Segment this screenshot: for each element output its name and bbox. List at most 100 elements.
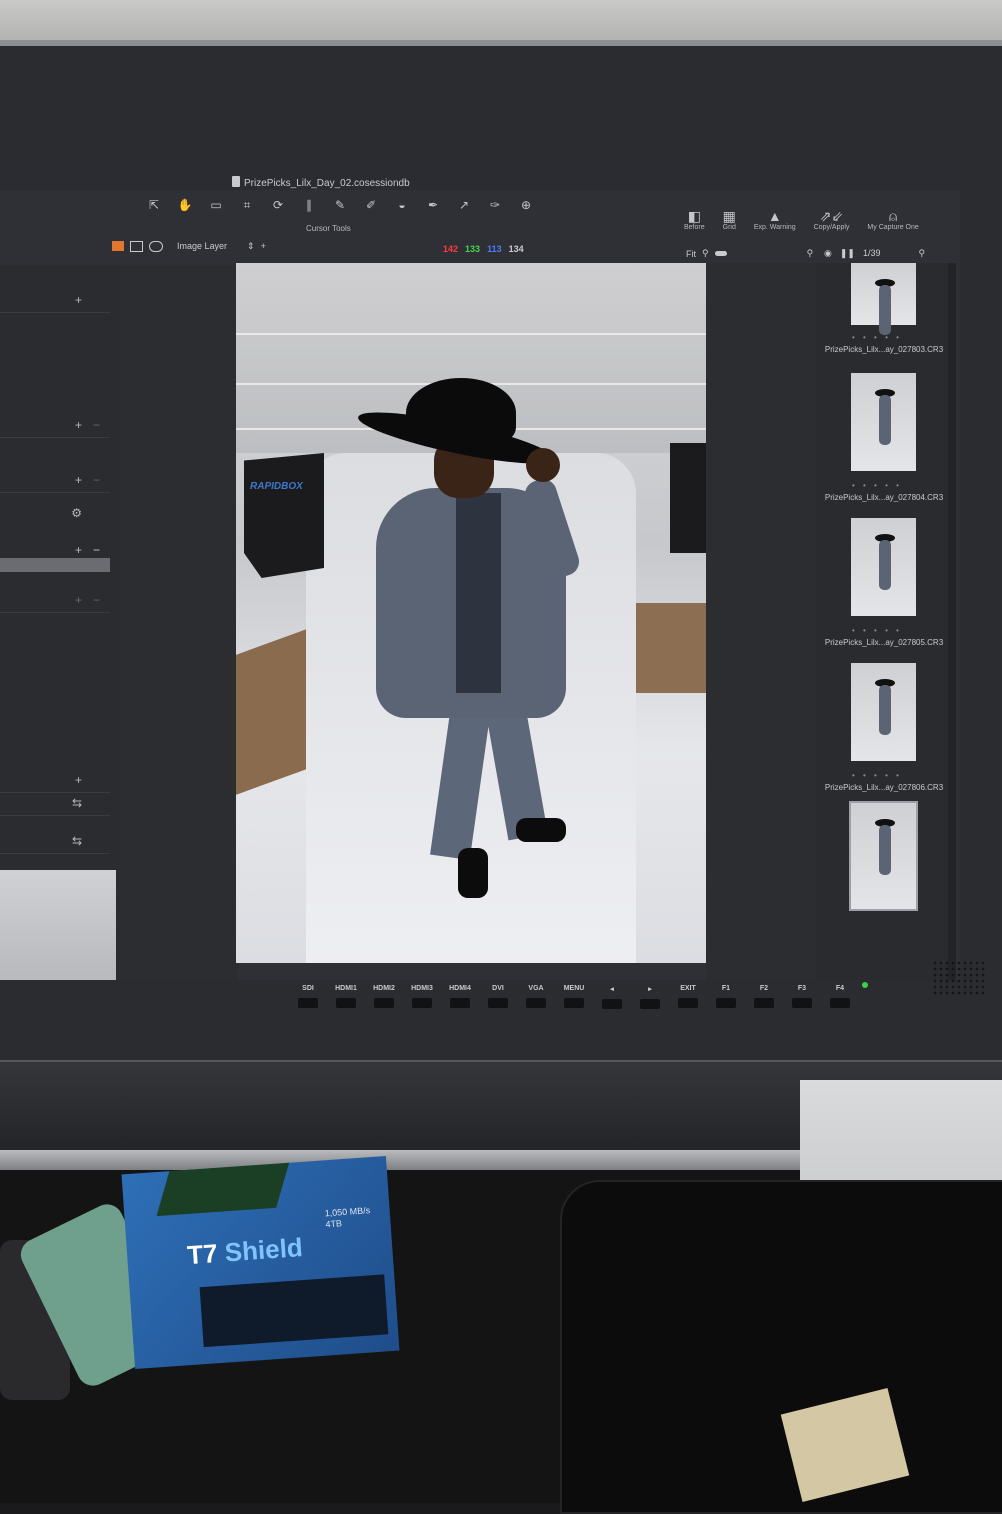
button-key[interactable] xyxy=(602,999,622,1009)
panel-row-settings[interactable]: ⚙ xyxy=(0,503,110,525)
monitor-button-right[interactable]: ▸ xyxy=(637,985,663,1009)
black-case xyxy=(560,1180,1002,1514)
crop-icon[interactable]: ⌗ xyxy=(238,198,256,212)
monitor-button-f2[interactable]: F2 xyxy=(751,985,777,1009)
add-icon[interactable]: + xyxy=(75,293,82,307)
panel-row-8[interactable]: ⇆ xyxy=(0,831,110,854)
stamp-icon[interactable]: ▭ xyxy=(207,198,225,212)
monitor-button-f1[interactable]: F1 xyxy=(713,985,739,1009)
exposure-warning-button[interactable]: ▲ Exp. Warning xyxy=(754,208,796,231)
panel-row-7[interactable]: ⇆ xyxy=(0,793,110,816)
panel-row-1[interactable]: + xyxy=(0,290,110,313)
rating-dots[interactable]: • • • • • xyxy=(852,333,902,342)
zoom-slider[interactable] xyxy=(714,251,727,256)
monitor-button-left[interactable]: ◂ xyxy=(599,985,625,1009)
panel-row-5[interactable]: + − xyxy=(0,590,110,613)
remove-icon[interactable]: − xyxy=(93,473,100,487)
filmstrip-filename: PrizePicks_Lilx...ay_027803.CR3 xyxy=(824,345,944,354)
heal-icon[interactable]: ✑ xyxy=(486,198,504,212)
button-key[interactable] xyxy=(526,998,546,1008)
filmstrip-thumbnail[interactable] xyxy=(851,263,916,335)
button-key[interactable] xyxy=(450,998,470,1008)
monitor-button-dvi[interactable]: DVI xyxy=(485,985,511,1009)
button-key[interactable] xyxy=(336,998,356,1008)
brush-icon[interactable]: ✎ xyxy=(331,198,349,212)
monitor-button-menu[interactable]: MENU xyxy=(561,985,587,1009)
multi-view-icon[interactable] xyxy=(112,241,124,251)
filmstrip-scrollbar[interactable] xyxy=(948,263,956,980)
panel-row-2[interactable]: + − xyxy=(0,415,110,438)
panel-row-3[interactable]: + − xyxy=(0,470,110,493)
grid-button[interactable]: ▦ Grid xyxy=(723,208,736,231)
zoom-icon[interactable]: ⚲ xyxy=(702,248,709,259)
select-cursor-icon[interactable]: ⇱ xyxy=(145,198,163,212)
copy-apply-button[interactable]: ⇗⇙ Copy/Apply xyxy=(814,208,850,231)
gradient-icon[interactable]: ◒ xyxy=(393,198,411,212)
button-key[interactable] xyxy=(640,999,660,1009)
button-key[interactable] xyxy=(792,998,812,1008)
add-icon[interactable]: + xyxy=(75,593,82,607)
browser-header: ◉ ❚❚ 1/39 ⚲ xyxy=(824,248,925,259)
eye-filter-icon[interactable]: ◉ xyxy=(824,248,832,259)
compass-icon[interactable]: ⊕ xyxy=(517,198,535,212)
add-icon[interactable]: + xyxy=(75,773,82,787)
monitor-button-hdmi4[interactable]: HDMI4 xyxy=(447,985,473,1009)
eye-icon[interactable] xyxy=(149,240,163,252)
selected-layer-row[interactable] xyxy=(0,558,110,572)
monitor-button-sdi[interactable]: SDI xyxy=(295,985,321,1009)
button-key[interactable] xyxy=(754,998,774,1008)
monitor-button-hdmi2[interactable]: HDMI2 xyxy=(371,985,397,1009)
my-capture-one-button[interactable]: ⍝ My Capture One xyxy=(867,208,918,231)
filmstrip-filename: PrizePicks_Lilx...ay_027806.CR3 xyxy=(824,783,944,792)
button-key[interactable] xyxy=(564,998,584,1008)
before-after-button[interactable]: ◧ Before xyxy=(684,208,705,231)
monitor-button-vga[interactable]: VGA xyxy=(523,985,549,1009)
image-viewer[interactable]: RAPIDBOX xyxy=(236,263,706,963)
monitor-button-f4[interactable]: F4 xyxy=(827,985,853,1009)
fit-label[interactable]: Fit xyxy=(686,249,696,259)
add-layer-icon[interactable]: + xyxy=(261,241,266,251)
pan-hand-icon[interactable]: ✋ xyxy=(176,198,194,212)
edit-icon[interactable]: ⇆ xyxy=(72,834,82,848)
single-view-icon[interactable] xyxy=(130,240,143,252)
picker-icon[interactable]: ✒ xyxy=(424,198,442,212)
filmstrip-thumbnail[interactable] xyxy=(851,373,916,471)
keystone-icon[interactable]: ∥ xyxy=(300,198,318,212)
annotation-icon[interactable]: ↗ xyxy=(455,198,473,212)
add-icon[interactable]: + xyxy=(75,543,82,557)
filmstrip-thumbnail[interactable] xyxy=(851,518,916,616)
button-key[interactable] xyxy=(678,998,698,1008)
filmstrip-thumbnail[interactable] xyxy=(851,663,916,761)
monitor-button-f3[interactable]: F3 xyxy=(789,985,815,1009)
monitor-button-hdmi1[interactable]: HDMI1 xyxy=(333,985,359,1009)
eraser-icon[interactable]: ✐ xyxy=(362,198,380,212)
rotate-icon[interactable]: ⟳ xyxy=(269,198,287,212)
remove-icon[interactable]: − xyxy=(93,593,100,607)
button-key[interactable] xyxy=(374,998,394,1008)
rating-dots[interactable]: • • • • • xyxy=(852,771,902,780)
rating-dots[interactable]: • • • • • xyxy=(852,481,902,490)
filmstrip: • • • • • PrizePicks_Lilx...ay_027803.CR… xyxy=(816,263,952,980)
cursor-tools-label: Cursor Tools xyxy=(306,224,351,233)
button-key[interactable] xyxy=(412,998,432,1008)
layer-selector[interactable]: Image Layer xyxy=(177,241,227,251)
remove-icon[interactable]: − xyxy=(93,543,100,557)
rating-dots[interactable]: • • • • • xyxy=(852,626,902,635)
button-key[interactable] xyxy=(488,998,508,1008)
remove-icon[interactable]: − xyxy=(93,418,100,432)
button-key[interactable] xyxy=(830,998,850,1008)
filmstrip-thumbnail[interactable] xyxy=(849,801,918,911)
edit-icon[interactable]: ⇆ xyxy=(72,796,82,810)
pause-icon[interactable]: ❚❚ xyxy=(840,248,855,259)
monitor-button-hdmi3[interactable]: HDMI3 xyxy=(409,985,435,1009)
add-icon[interactable]: + xyxy=(75,473,82,487)
gear-icon[interactable]: ⚙ xyxy=(71,506,82,520)
search-icon[interactable]: ⚲ xyxy=(807,248,814,259)
panel-row-6[interactable]: + xyxy=(0,770,110,793)
browser-search-icon[interactable]: ⚲ xyxy=(918,248,925,259)
add-icon[interactable]: + xyxy=(75,418,82,432)
monitor-button-exit[interactable]: EXIT xyxy=(675,985,701,1009)
button-key[interactable] xyxy=(716,998,736,1008)
chevron-updown-icon[interactable]: ⇕ xyxy=(247,241,255,252)
button-key[interactable] xyxy=(298,998,318,1008)
